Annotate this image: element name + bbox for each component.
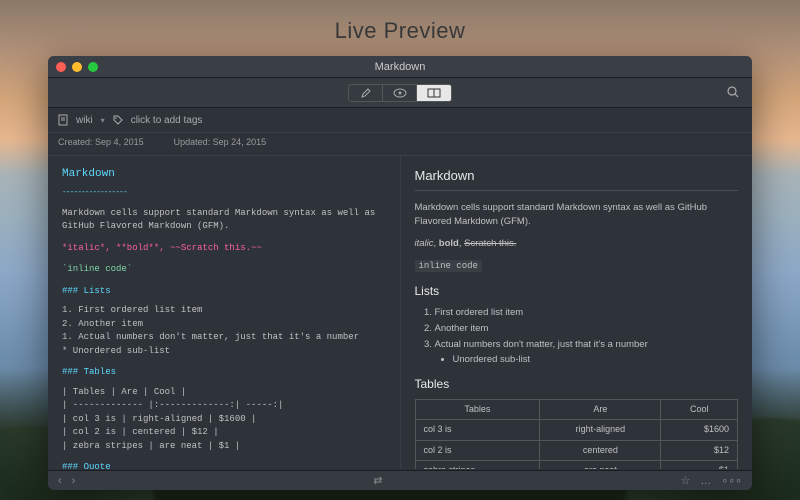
prev-table: Tables Are Cool col 3 is right-aligned $… xyxy=(415,399,739,469)
app-window: Markdown wiki ▾ click to add tags xyxy=(48,56,752,490)
status-bar: ‹ › ⇄ ☆ … ∘∘∘ xyxy=(48,470,752,490)
table-row: col 2 is centered $12 xyxy=(415,440,738,461)
src-table-row: | zebra stripes | are neat | $1 | xyxy=(62,440,386,454)
window-titlebar: Markdown xyxy=(48,56,752,78)
src-code: `inline code` xyxy=(62,263,386,277)
list-item: Actual numbers don't matter, just that i… xyxy=(435,338,739,367)
src-table-row: | col 3 is | right-aligned | $1600 | xyxy=(62,413,386,427)
list-item: Another item xyxy=(435,322,739,336)
table-header: Cool xyxy=(661,399,738,420)
prev-hr xyxy=(415,190,739,191)
table-header: Tables xyxy=(415,399,540,420)
prev-code: inline code xyxy=(415,259,739,274)
editor-pane[interactable]: Markdown ----------------- Markdown cell… xyxy=(48,156,401,469)
next-note-button[interactable]: › xyxy=(72,475,76,487)
window-title: Markdown xyxy=(48,61,752,73)
table-row: zebra stripes are neat $1 xyxy=(415,461,738,469)
pencil-icon xyxy=(360,87,372,99)
menu-button[interactable]: … xyxy=(700,475,711,487)
prev-sublist: Unordered sub-list xyxy=(435,353,739,367)
sync-button[interactable]: ⇄ xyxy=(373,474,382,487)
prev-emph: italic, bold, Scratch this. xyxy=(415,237,739,251)
note-icon xyxy=(58,114,68,126)
prev-tables-h: Tables xyxy=(415,375,739,393)
doc-name[interactable]: wiki xyxy=(76,115,93,126)
tag-icon xyxy=(113,115,123,125)
split-icon xyxy=(427,88,441,98)
src-li: 1. First ordered list item xyxy=(62,304,386,318)
src-li: * Unordered sub-list xyxy=(62,345,386,359)
src-table-row: | Tables | Are | Cool | xyxy=(62,386,386,400)
table-header: Are xyxy=(540,399,661,420)
preview-mode-button[interactable] xyxy=(383,85,417,101)
src-table-row: | ------------- |:-------------:| -----:… xyxy=(62,399,386,413)
split-mode-button[interactable] xyxy=(417,85,451,101)
edit-mode-button[interactable] xyxy=(349,85,383,101)
prev-h1: Markdown xyxy=(415,166,739,186)
prev-note-button[interactable]: ‹ xyxy=(58,475,62,487)
src-h1: Markdown xyxy=(62,166,386,183)
search-button[interactable] xyxy=(726,85,740,99)
prev-lists-h: Lists xyxy=(415,282,739,300)
tags-field[interactable]: click to add tags xyxy=(131,115,203,126)
toolbar xyxy=(48,78,752,108)
prev-ordered-list: First ordered list item Another item Act… xyxy=(415,306,739,367)
table-row: col 3 is right-aligned $1600 xyxy=(415,420,738,441)
star-button[interactable]: ☆ xyxy=(680,474,690,487)
list-item: First ordered list item xyxy=(435,306,739,320)
src-hr: ----------------- xyxy=(62,187,386,199)
src-emph: *italic*, **bold**, ~~Scratch this.~~ xyxy=(62,242,386,256)
prev-intro: Markdown cells support standard Markdown… xyxy=(415,201,739,230)
dates-bar: Created: Sep 4, 2015 Updated: Sep 24, 20… xyxy=(48,133,752,156)
doc-meta-bar: wiki ▾ click to add tags xyxy=(48,108,752,133)
eye-icon xyxy=(393,88,407,98)
list-item: Unordered sub-list xyxy=(453,353,739,367)
created-date: Created: Sep 4, 2015 xyxy=(58,137,144,147)
search-icon xyxy=(726,85,740,99)
src-table-row: | col 2 is | centered | $12 | xyxy=(62,426,386,440)
updated-date: Updated: Sep 24, 2015 xyxy=(174,137,267,147)
src-quote-h: ### Quote xyxy=(62,461,386,469)
preview-pane: Markdown Markdown cells support standard… xyxy=(401,156,753,469)
banner-title: Live Preview xyxy=(0,18,800,44)
more-button[interactable]: ∘∘∘ xyxy=(721,474,742,487)
content-area: Markdown ----------------- Markdown cell… xyxy=(48,156,752,469)
src-tables-h: ### Tables xyxy=(62,366,386,380)
doc-dropdown-chevron[interactable]: ▾ xyxy=(101,116,105,125)
src-li: 2. Another item xyxy=(62,318,386,332)
src-li: 1. Actual numbers don't matter, just tha… xyxy=(62,331,386,345)
src-intro: Markdown cells support standard Markdown… xyxy=(62,207,386,234)
src-lists-h: ### Lists xyxy=(62,285,386,299)
view-mode-segment xyxy=(348,84,452,102)
